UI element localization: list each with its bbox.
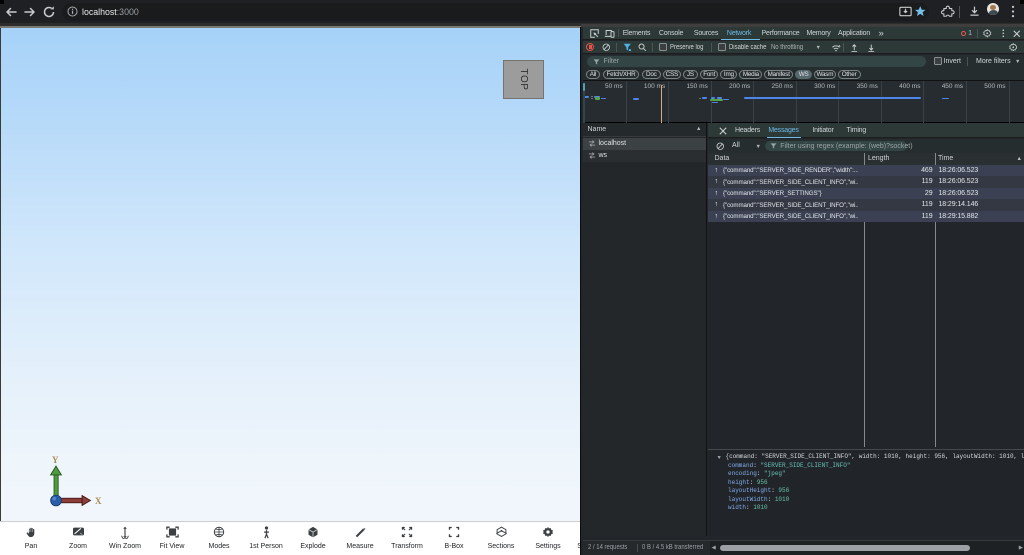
svg-text:Y: Y [52, 455, 59, 465]
svg-text:X: X [95, 496, 102, 506]
